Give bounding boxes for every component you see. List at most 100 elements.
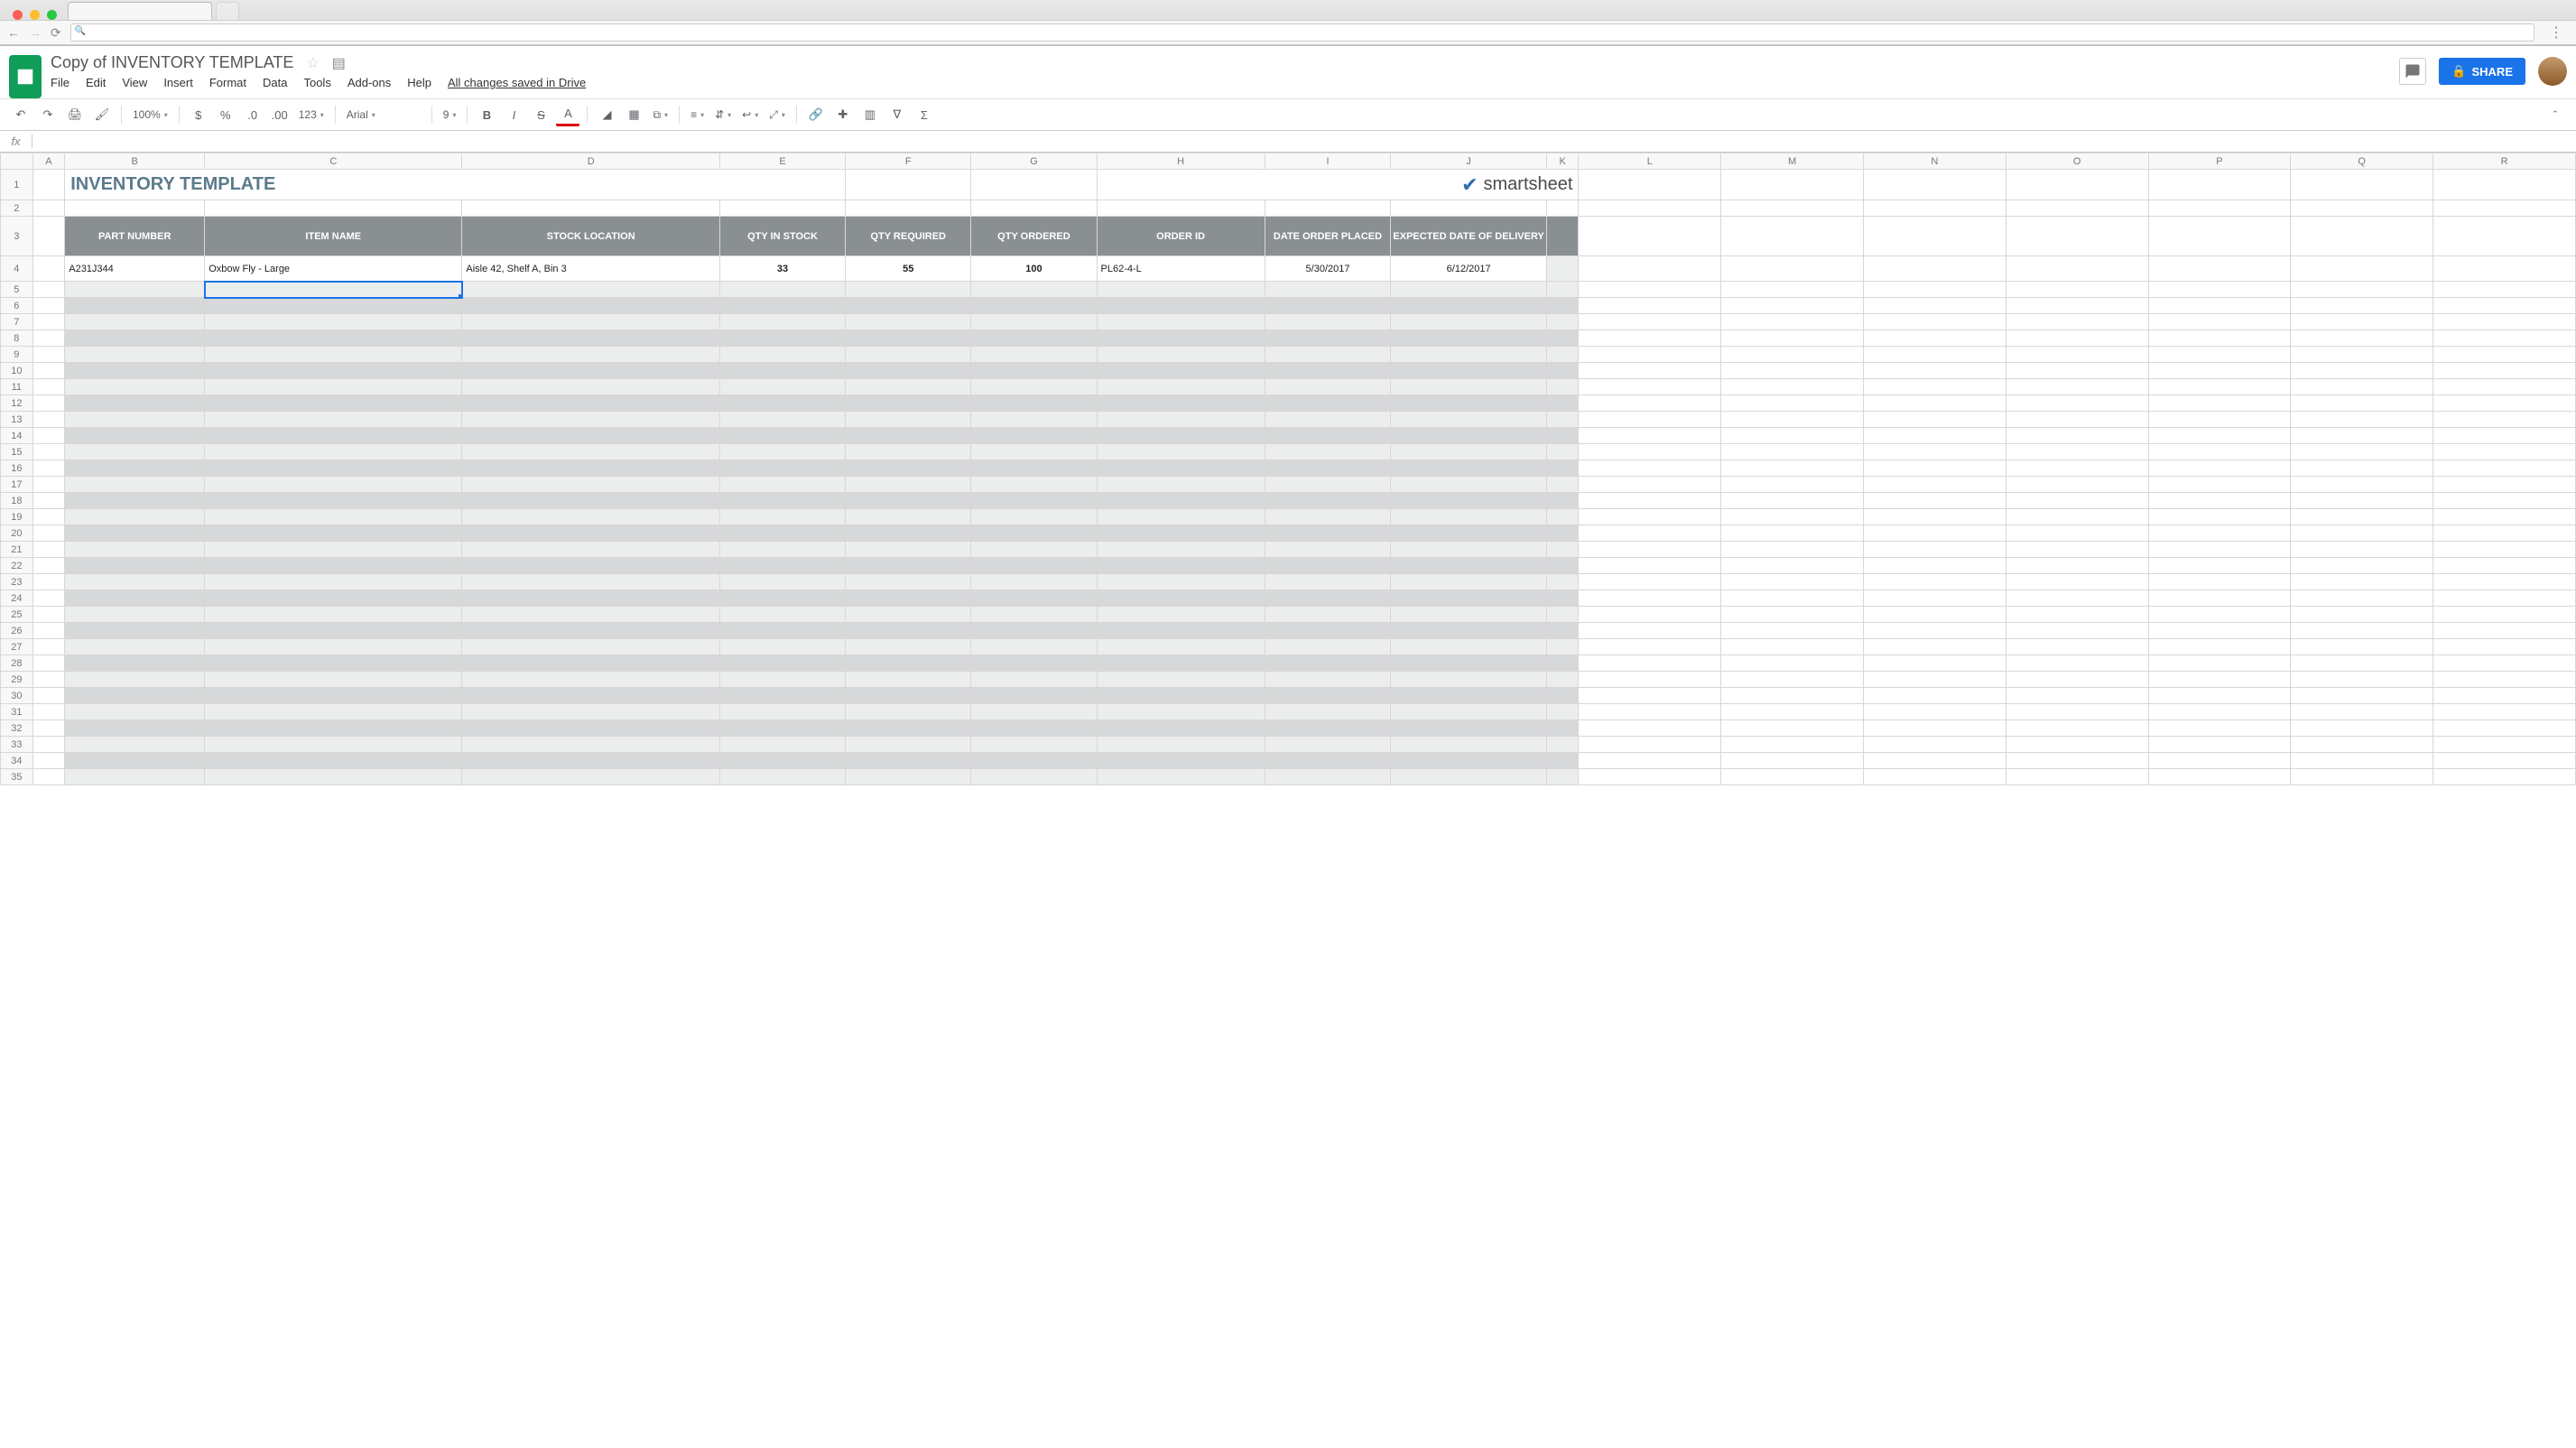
cell-Q10[interactable]: [2291, 363, 2433, 379]
data-part_number[interactable]: A231J344: [65, 256, 205, 282]
cell-R10[interactable]: [2433, 363, 2576, 379]
cell-M30[interactable]: [1721, 688, 1864, 704]
cell-D23[interactable]: [462, 574, 720, 590]
cell-R3[interactable]: [2433, 217, 2576, 256]
cell-N7[interactable]: [1863, 314, 2006, 330]
move-folder-icon[interactable]: ▤: [332, 54, 346, 72]
cell-J14[interactable]: [1391, 428, 1546, 444]
data-qty_ordered[interactable]: 100: [971, 256, 1097, 282]
cell-G15[interactable]: [971, 444, 1097, 460]
row-header-34[interactable]: 34: [1, 753, 33, 769]
cell-N1[interactable]: [1863, 170, 2006, 200]
close-window-icon[interactable]: [13, 10, 23, 20]
cell-E24[interactable]: [719, 590, 845, 607]
cell-A25[interactable]: [32, 607, 65, 623]
cell-A7[interactable]: [32, 314, 65, 330]
cell-M15[interactable]: [1721, 444, 1864, 460]
cell-J15[interactable]: [1391, 444, 1546, 460]
cell-P1[interactable]: [2148, 170, 2291, 200]
cell-G2[interactable]: [971, 200, 1097, 217]
cell-J32[interactable]: [1391, 720, 1546, 737]
cell-H18[interactable]: [1097, 493, 1265, 509]
cell-R26[interactable]: [2433, 623, 2576, 639]
cell-L34[interactable]: [1579, 753, 1721, 769]
cell-K12[interactable]: [1546, 395, 1579, 412]
cell-C11[interactable]: [205, 379, 462, 395]
cell-I21[interactable]: [1265, 542, 1391, 558]
cell-C32[interactable]: [205, 720, 462, 737]
forward-button[interactable]: →: [29, 25, 42, 40]
cell-O14[interactable]: [2006, 428, 2148, 444]
text-rotation-button[interactable]: ⤢▾: [765, 108, 789, 122]
document-title[interactable]: Copy of INVENTORY TEMPLATE: [51, 53, 293, 72]
cell-J29[interactable]: [1391, 672, 1546, 688]
cell-I26[interactable]: [1265, 623, 1391, 639]
star-icon[interactable]: ☆: [306, 54, 319, 72]
cell-H19[interactable]: [1097, 509, 1265, 525]
cell-I20[interactable]: [1265, 525, 1391, 542]
cell-B7[interactable]: [65, 314, 205, 330]
cell-G20[interactable]: [971, 525, 1097, 542]
cell-M18[interactable]: [1721, 493, 1864, 509]
reload-button[interactable]: ⟳: [51, 25, 61, 41]
row-header-14[interactable]: 14: [1, 428, 33, 444]
cell-P12[interactable]: [2148, 395, 2291, 412]
cell-N33[interactable]: [1863, 737, 2006, 753]
cell-G17[interactable]: [971, 477, 1097, 493]
cell-D17[interactable]: [462, 477, 720, 493]
cell-D14[interactable]: [462, 428, 720, 444]
cell-L32[interactable]: [1579, 720, 1721, 737]
cell-R11[interactable]: [2433, 379, 2576, 395]
cell-K17[interactable]: [1546, 477, 1579, 493]
cell-C15[interactable]: [205, 444, 462, 460]
cell-C9[interactable]: [205, 347, 462, 363]
cell-C31[interactable]: [205, 704, 462, 720]
cell-H6[interactable]: [1097, 298, 1265, 314]
row-header-10[interactable]: 10: [1, 363, 33, 379]
cell-N26[interactable]: [1863, 623, 2006, 639]
cell-A15[interactable]: [32, 444, 65, 460]
cell-K15[interactable]: [1546, 444, 1579, 460]
cell-J25[interactable]: [1391, 607, 1546, 623]
cell-G35[interactable]: [971, 769, 1097, 785]
cell-K25[interactable]: [1546, 607, 1579, 623]
cell-E21[interactable]: [719, 542, 845, 558]
cell-I12[interactable]: [1265, 395, 1391, 412]
account-avatar[interactable]: [2538, 57, 2567, 86]
cell-L21[interactable]: [1579, 542, 1721, 558]
cell-E17[interactable]: [719, 477, 845, 493]
cell-L33[interactable]: [1579, 737, 1721, 753]
cell-G9[interactable]: [971, 347, 1097, 363]
cell-R20[interactable]: [2433, 525, 2576, 542]
cell-A26[interactable]: [32, 623, 65, 639]
cell-O24[interactable]: [2006, 590, 2148, 607]
cell-Q34[interactable]: [2291, 753, 2433, 769]
new-tab-button[interactable]: [216, 2, 239, 20]
cell-G21[interactable]: [971, 542, 1097, 558]
cell-B27[interactable]: [65, 639, 205, 655]
cell-M4[interactable]: [1721, 256, 1864, 282]
cell-N30[interactable]: [1863, 688, 2006, 704]
col-header-I[interactable]: I: [1265, 153, 1391, 170]
cell-O35[interactable]: [2006, 769, 2148, 785]
cell-F32[interactable]: [846, 720, 971, 737]
cell-E28[interactable]: [719, 655, 845, 672]
cell-D30[interactable]: [462, 688, 720, 704]
row-header-9[interactable]: 9: [1, 347, 33, 363]
row-header-17[interactable]: 17: [1, 477, 33, 493]
cell-L27[interactable]: [1579, 639, 1721, 655]
cell-E30[interactable]: [719, 688, 845, 704]
cell-N8[interactable]: [1863, 330, 2006, 347]
cell-F28[interactable]: [846, 655, 971, 672]
cell-B2[interactable]: [65, 200, 205, 217]
cell-K34[interactable]: [1546, 753, 1579, 769]
cell-K10[interactable]: [1546, 363, 1579, 379]
row-header-20[interactable]: 20: [1, 525, 33, 542]
cell-F20[interactable]: [846, 525, 971, 542]
cell-A29[interactable]: [32, 672, 65, 688]
row-header-35[interactable]: 35: [1, 769, 33, 785]
menu-insert[interactable]: Insert: [163, 76, 193, 89]
zoom-select[interactable]: 100%▾: [129, 108, 171, 121]
cell-O4[interactable]: [2006, 256, 2148, 282]
cell-I13[interactable]: [1265, 412, 1391, 428]
